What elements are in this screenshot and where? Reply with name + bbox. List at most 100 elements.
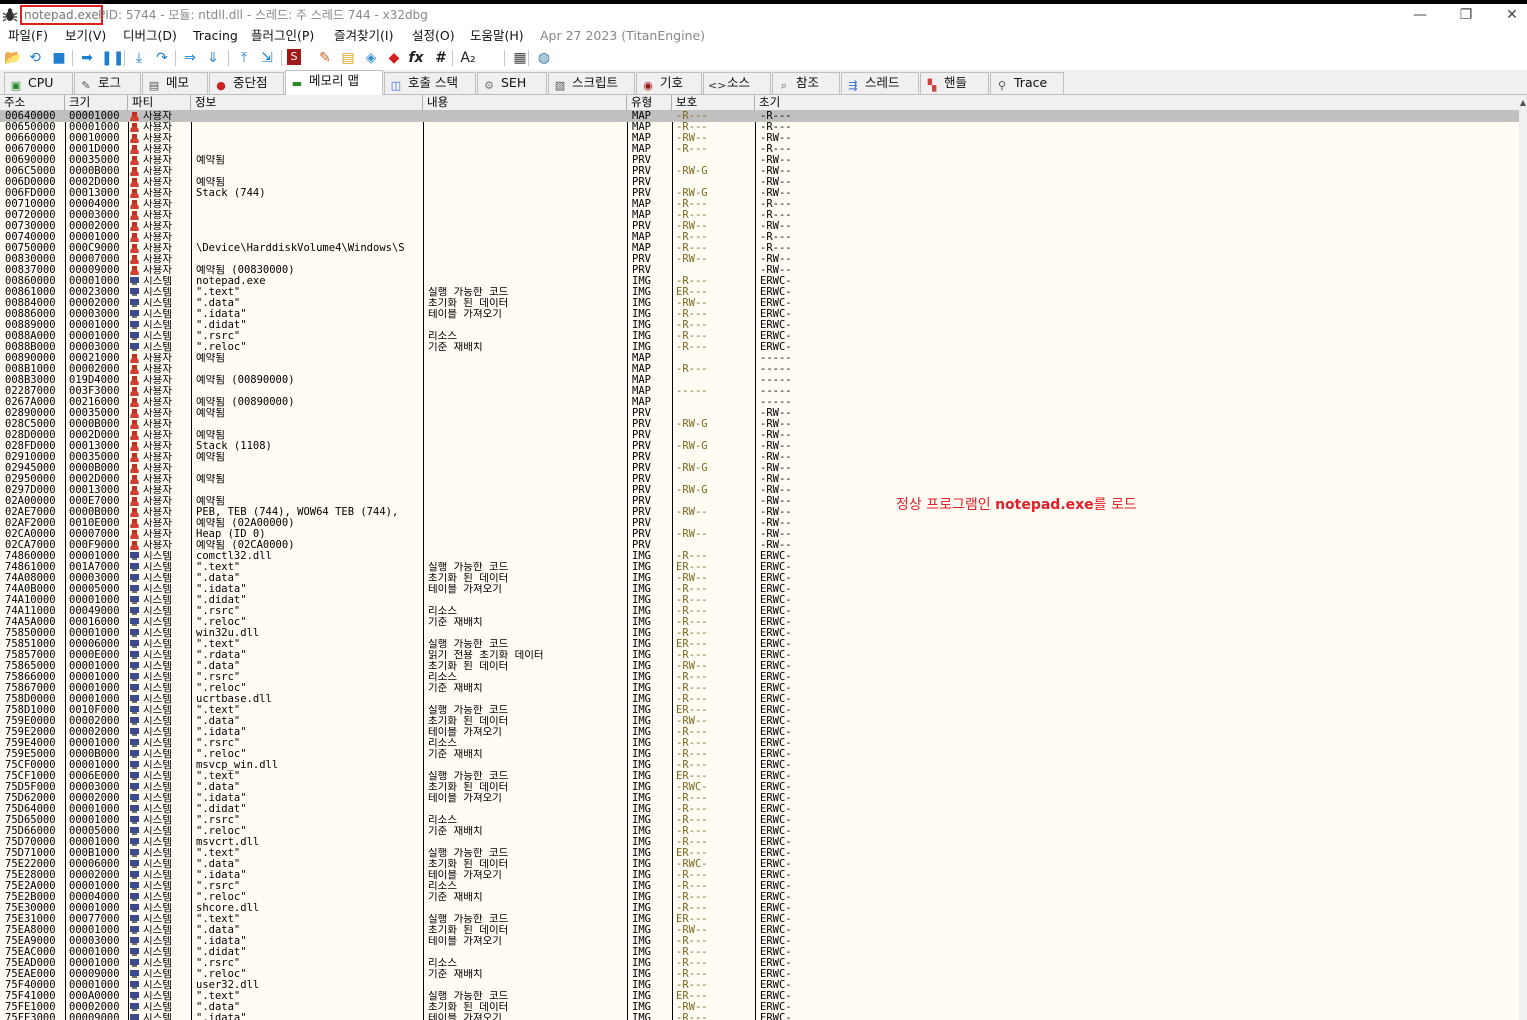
table-row[interactable]: 75F40000 00001000 시스템 user32.dll IMG -R--- ERW… [0, 980, 1519, 991]
table-row[interactable]: 758D0000 00001000 시스템 ucrtbase.dll IMG -R--- E… [0, 694, 1519, 705]
table-row[interactable]: 0267A000 00216000 사용자 예약됨 (00890000) MAP ----… [0, 397, 1519, 408]
table-row[interactable]: 00886000 00003000 시스템 ".idata" 테이블 가져오기 IMG -… [0, 309, 1519, 320]
table-row[interactable]: 00650000 00001000 사용자 MAP -R--- -R--- [0, 122, 1519, 133]
table-row[interactable]: 758D1000 0010F000 시스템 ".text" 실행 가능한 코드 IMG E… [0, 705, 1519, 716]
table-row[interactable]: 74A5A000 00016000 시스템 ".reloc" 기준 재배치 IMG -R-… [0, 617, 1519, 628]
step-over-icon[interactable]: ↷ [153, 49, 171, 67]
bookmarks-icon[interactable]: ◆ [385, 49, 403, 67]
table-row[interactable]: 75EA8000 00001000 시스템 ".data" 초기화 된 데이터 IMG -… [0, 925, 1519, 936]
pause-icon[interactable]: ❚❚ [101, 49, 124, 67]
table-row[interactable]: 75CF0000 00001000 시스템 msvcp_win.dll IMG -R---… [0, 760, 1519, 771]
table-row[interactable]: 02CA7000 000F9000 사용자 예약됨 (02CA0000) PRV -RW-… [0, 540, 1519, 551]
table-row[interactable]: 75D62000 00002000 시스템 ".idata" 테이블 가져오기 IMG -… [0, 793, 1519, 804]
scroll-up-icon[interactable]: ▲ [1519, 95, 1527, 111]
table-row[interactable]: 00670000 0001D000 사용자 MAP -R--- -R--- [0, 144, 1519, 155]
tab-references[interactable]: ⌕ 참조 [772, 72, 840, 94]
table-row[interactable]: 02A00000 000E7000 사용자 예약됨 PRV -RW-- [0, 496, 1519, 507]
table-row[interactable]: 028C5000 0000B000 사용자 PRV -RW-G -RW-- [0, 419, 1519, 430]
menu-debug[interactable]: 디버그(D) [123, 28, 177, 44]
table-row[interactable]: 759E0000 00002000 시스템 ".data" 초기화 된 데이터 IMG -… [0, 716, 1519, 727]
column-header-party[interactable]: 파티 [128, 95, 191, 111]
globe-icon[interactable]: ◍ [535, 49, 553, 67]
table-row[interactable]: 00890000 00021000 사용자 예약됨 MAP ----- [0, 353, 1519, 364]
restart-icon[interactable]: ⟲ [26, 49, 44, 67]
table-row[interactable]: 75D70000 00001000 시스템 msvcrt.dll IMG -R--- ERW… [0, 837, 1519, 848]
table-row[interactable]: 75EA9000 00003000 시스템 ".idata" 테이블 가져오기 IMG -… [0, 936, 1519, 947]
menu-file[interactable]: 파일(F) [8, 28, 48, 44]
tab-call-stack[interactable]: ◫ 호출 스택 [384, 72, 476, 94]
table-row[interactable]: 759E5000 0000B000 시스템 ".reloc" 기준 재배치 IMG -R-… [0, 749, 1519, 760]
menu-view[interactable]: 보기(V) [65, 28, 106, 44]
restore-button[interactable]: ❐ [1451, 4, 1481, 26]
table-row[interactable]: 00830000 00007000 사용자 PRV -RW-- -RW-- [0, 254, 1519, 265]
table-row[interactable]: 75865000 00001000 시스템 ".data" 초기화 된 데이터 IMG -… [0, 661, 1519, 672]
minimize-button[interactable]: — [1405, 4, 1435, 26]
column-header-address[interactable]: 주소 [0, 95, 65, 111]
table-row[interactable]: 75E31000 00077000 시스템 ".text" 실행 가능한 코드 IMG E… [0, 914, 1519, 925]
table-row[interactable]: 00730000 00002000 사용자 PRV -RW-- -RW-- [0, 221, 1519, 232]
execute-till-return-icon[interactable]: ⤒ [235, 49, 253, 67]
table-row[interactable]: 75D64000 00001000 시스템 ".didat" IMG -R--- ERWC… [0, 804, 1519, 815]
close-button[interactable]: ✕ [1497, 4, 1527, 26]
tab-notes[interactable]: ▤ 메모 [142, 72, 208, 94]
functions-icon[interactable]: fx [407, 49, 425, 67]
tab-script[interactable]: ▧ 스크립트 [548, 72, 635, 94]
table-row[interactable]: 75D5F000 00003000 시스템 ".data" 초기화 된 데이터 IMG -… [0, 782, 1519, 793]
menu-favourites[interactable]: 즐겨찾기(I) [334, 28, 393, 44]
table-row[interactable]: 00861000 00023000 시스템 ".text" 실행 가능한 코드 IMG E… [0, 287, 1519, 298]
tab-source[interactable]: <>소스 [703, 72, 771, 94]
table-row[interactable]: 74A11000 00049000 시스템 ".rsrc" 리소스 IMG -R--- ER… [0, 606, 1519, 617]
table-row[interactable]: 75D65000 00001000 시스템 ".rsrc" 리소스 IMG -R--- ER… [0, 815, 1519, 826]
menu-options[interactable]: 설정(O) [412, 28, 455, 44]
menu-plugins[interactable]: 플러그인(P) [251, 28, 314, 44]
table-row[interactable]: 02910000 00035000 사용자 예약됨 PRV -RW-- [0, 452, 1519, 463]
comments-icon[interactable]: ▤ [339, 49, 357, 67]
run-icon[interactable]: ➡ [78, 49, 96, 67]
table-row[interactable]: 02AE7000 0000B000 사용자 PEB, TEB (744), WOW64… [0, 507, 1519, 518]
column-header-initial[interactable]: 초기 [755, 95, 1519, 111]
column-header-content[interactable]: 내용 [423, 95, 627, 111]
table-row[interactable]: 75CF1000 0006E000 시스템 ".text" 실행 가능한 코드 IMG E… [0, 771, 1519, 782]
step-into-icon[interactable]: ⤓ [130, 49, 148, 67]
stop-icon[interactable]: ■ [50, 49, 68, 67]
tab-trace[interactable]: ⚲ Trace [990, 72, 1064, 94]
tab-breakpoint[interactable]: ● 중단점 [209, 72, 284, 94]
calculator-icon[interactable]: ▦ [511, 49, 529, 67]
vertical-scrollbar[interactable]: ▲ [1519, 95, 1527, 1020]
patch-icon[interactable]: ✎ [316, 49, 334, 67]
table-row[interactable]: 00660000 00010000 사용자 MAP -RW-- -RW-- [0, 133, 1519, 144]
table-row[interactable]: 75FE3000 00009000 시스템 ".idata" 테이블 가져오기 IMG -… [0, 1013, 1519, 1020]
table-row[interactable]: 00860000 00001000 시스템 notepad.exe IMG -R--- ER… [0, 276, 1519, 287]
tab-handles[interactable]: ▚ 핸들 [920, 72, 989, 94]
table-row[interactable]: 75EAC000 00001000 시스템 ".didat" IMG -R--- ERWC… [0, 947, 1519, 958]
table-row[interactable]: 75EAD000 00001000 시스템 ".rsrc" 리소스 IMG -R--- ER… [0, 958, 1519, 969]
table-row[interactable]: 75867000 00001000 시스템 ".reloc" 기준 재배치 IMG -R-… [0, 683, 1519, 694]
table-row[interactable]: 00884000 00002000 시스템 ".data" 초기화 된 데이터 IMG -… [0, 298, 1519, 309]
tab-symbols[interactable]: ◉ 기호 [636, 72, 702, 94]
table-row[interactable]: 00750000 000C9000 사용자 \Device\HarddiskVolum… [0, 243, 1519, 254]
table-row[interactable]: 02950000 0002D000 사용자 예약됨 PRV -RW-- [0, 474, 1519, 485]
table-row[interactable]: 00720000 00003000 사용자 MAP -R--- -R--- [0, 210, 1519, 221]
table-row[interactable]: 75851000 00006000 시스템 ".text" 실행 가능한 코드 IMG E… [0, 639, 1519, 650]
tab-threads[interactable]: ⇶ 스레드 [841, 72, 919, 94]
table-row[interactable]: 74861000 001A7000 시스템 ".text" 실행 가능한 코드 IMG E… [0, 562, 1519, 573]
table-row[interactable]: 006FD000 00013000 사용자 Stack (744) PRV -RW-G -R… [0, 188, 1519, 199]
table-row[interactable]: 75F41000 000A0000 시스템 ".text" 실행 가능한 코드 IMG E… [0, 991, 1519, 1002]
table-row[interactable]: 02AF2000 0010E000 사용자 예약됨 (02A00000) PRV -RW-… [0, 518, 1519, 529]
column-header-info[interactable]: 정보 [191, 95, 423, 111]
table-row[interactable]: 02945000 0000B000 사용자 PRV -RW-G -RW-- [0, 463, 1519, 474]
tab-cpu[interactable]: ▣ CPU [4, 72, 73, 94]
table-row[interactable]: 006C5000 0000B000 사용자 PRV -RW-G -RW-- [0, 166, 1519, 177]
table-row[interactable]: 00837000 00009000 사용자 예약됨 (00830000) PRV -RW-… [0, 265, 1519, 276]
table-row[interactable]: 75E22000 00006000 시스템 ".data" 초기화 된 데이터 IMG -… [0, 859, 1519, 870]
table-row[interactable]: 02287000 003F3000 사용자 MAP ----- ----- [0, 386, 1519, 397]
table-row[interactable]: 75857000 0000E000 시스템 ".rdata" 읽기 전용 초기화 데이… [0, 650, 1519, 661]
tab-seh[interactable]: ⚙ SEH [477, 72, 547, 94]
menu-tracing[interactable]: Tracing [193, 28, 238, 44]
column-header-protection[interactable]: 보호 [672, 95, 755, 111]
table-row[interactable]: 759E2000 00002000 시스템 ".idata" 테이블 가져오기 IMG -… [0, 727, 1519, 738]
table-row[interactable]: 0088A000 00001000 시스템 ".rsrc" 리소스 IMG -R--- ER… [0, 331, 1519, 342]
table-row[interactable]: 759E4000 00001000 시스템 ".rsrc" 리소스 IMG -R--- ER… [0, 738, 1519, 749]
table-row[interactable]: 75EAE000 00009000 시스템 ".reloc" 기준 재배치 IMG -R-… [0, 969, 1519, 980]
table-row[interactable]: 74A10000 00001000 시스템 ".didat" IMG -R--- ERWC… [0, 595, 1519, 606]
